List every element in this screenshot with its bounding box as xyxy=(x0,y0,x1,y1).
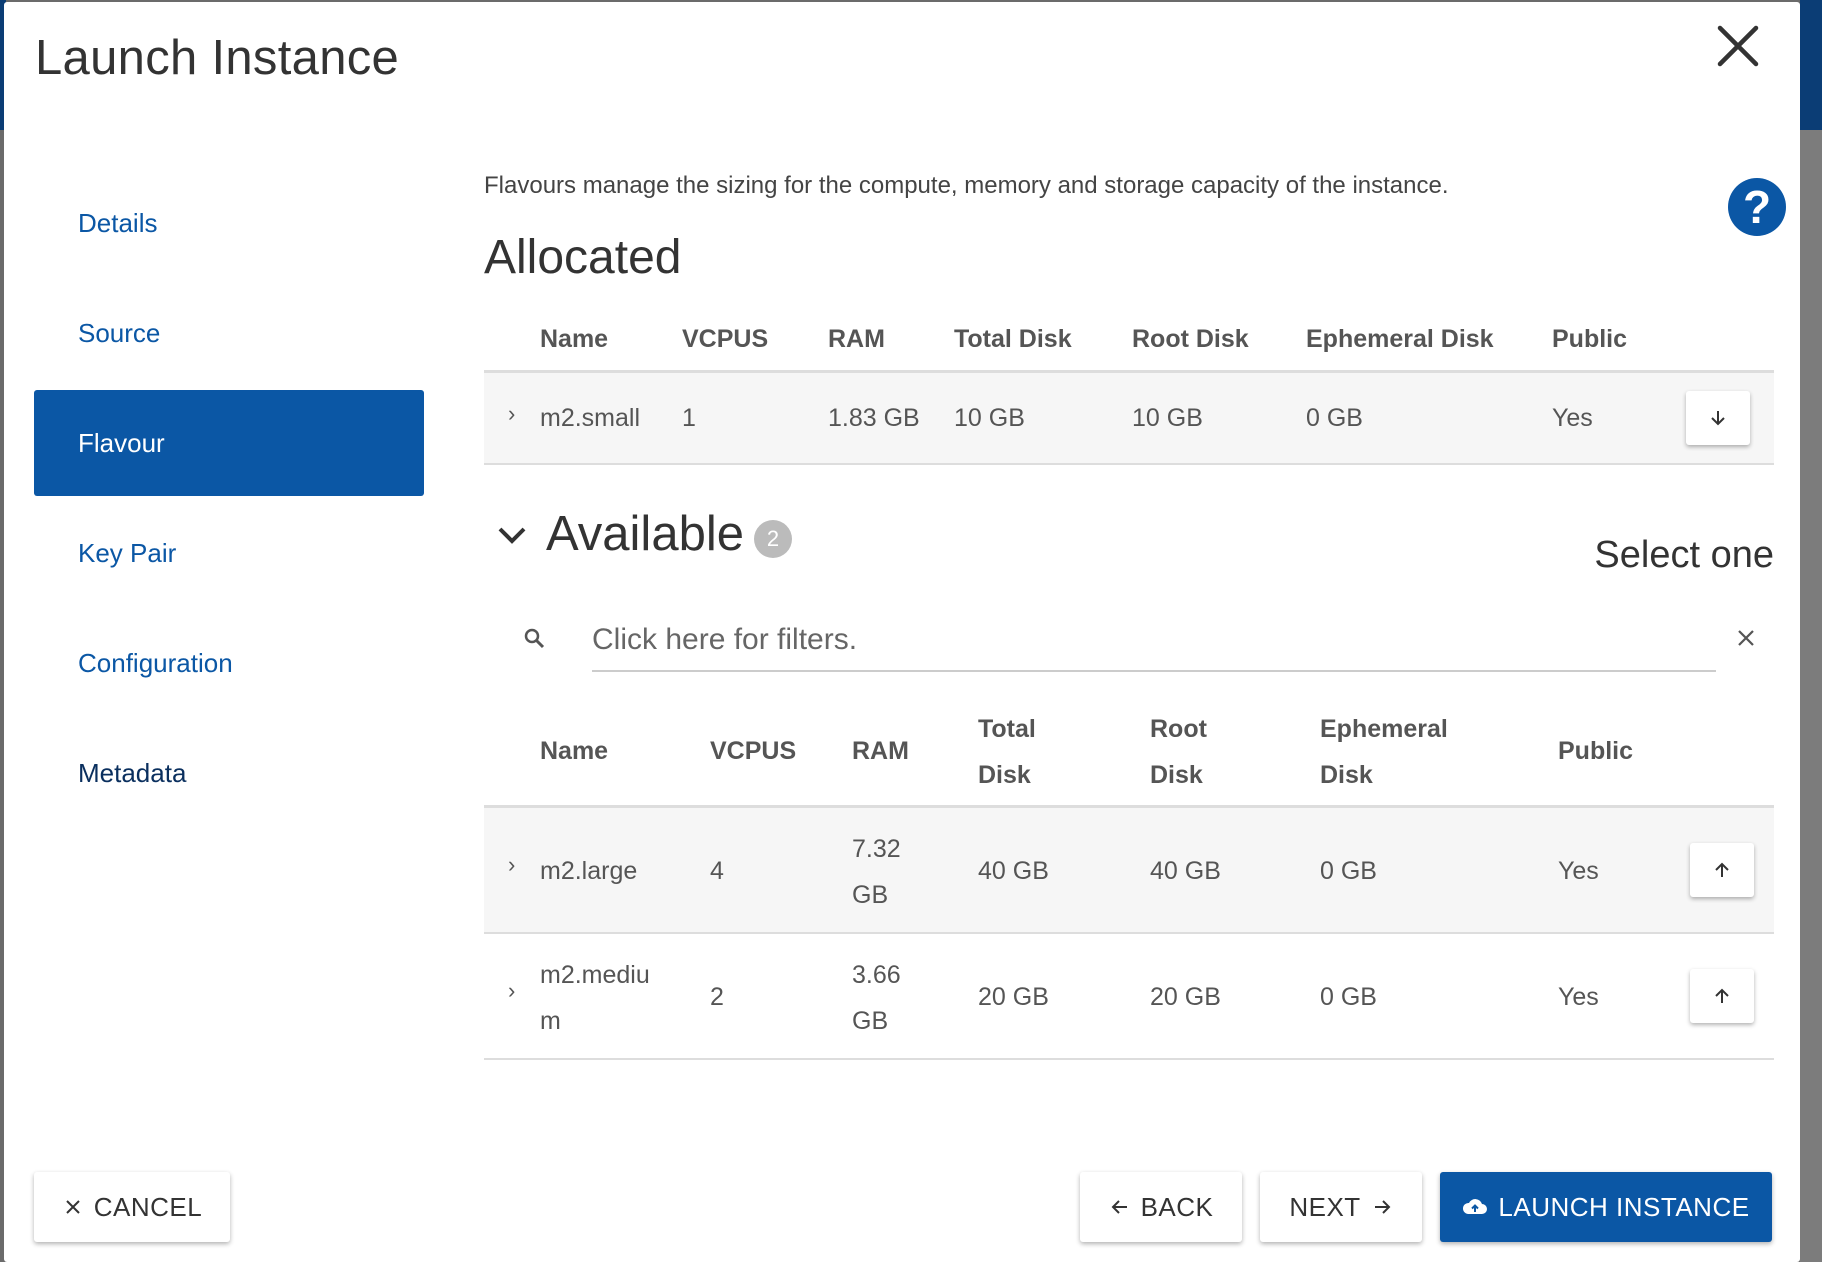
nav-item-key-pair[interactable]: Key Pair xyxy=(34,500,424,606)
cell-name: m xyxy=(540,1007,561,1035)
cancel-button[interactable]: CANCEL xyxy=(34,1172,230,1242)
cell-root-disk: 10 GB xyxy=(1132,404,1203,432)
column-header-ephemeral-disk[interactable]: Ephemeral xyxy=(1320,706,1448,752)
nav-item-metadata[interactable]: Metadata xyxy=(34,720,424,826)
chevron-down-icon[interactable] xyxy=(494,520,530,550)
flavour-panel: Flavours manage the sizing for the compu… xyxy=(484,2,1786,1262)
allocated-table: Name VCPUS RAM Total Disk Root Disk Ephe… xyxy=(484,308,1774,465)
cancel-button-label: CANCEL xyxy=(93,1191,203,1222)
cell-ram: GB xyxy=(852,1007,889,1035)
column-header-total-disk[interactable]: Total Disk xyxy=(954,316,1072,362)
cell-vcpus: 1 xyxy=(682,404,696,432)
arrow-down-icon xyxy=(1711,411,1725,426)
launch-instance-modal: Launch Instance Details Source Flavour K… xyxy=(4,2,1800,1262)
column-header-public[interactable]: Public xyxy=(1558,728,1633,774)
cell-public: Yes xyxy=(1552,404,1593,432)
cell-ephemeral-disk: 0 GB xyxy=(1320,983,1377,1011)
column-header-root-disk[interactable]: Disk xyxy=(1150,752,1203,798)
cell-root-disk: 40 GB xyxy=(1150,857,1221,885)
column-header-ram[interactable]: RAM xyxy=(852,728,909,774)
cell-ram: 3.66 xyxy=(852,961,901,989)
back-button[interactable]: BACK xyxy=(1080,1172,1242,1242)
column-header-vcpus[interactable]: VCPUS xyxy=(682,316,768,362)
column-header-public[interactable]: Public xyxy=(1552,316,1627,362)
nav-item-label: Source xyxy=(78,317,161,348)
table-row: › m2.small 1 1.83 GB 10 GB 10 GB 0 GB Ye… xyxy=(484,373,1774,465)
nav-item-label: Metadata xyxy=(78,757,187,788)
cell-total-disk: 20 GB xyxy=(978,983,1049,1011)
help-icon[interactable]: ? xyxy=(1728,178,1786,236)
nav-item-flavour[interactable]: Flavour xyxy=(34,390,424,496)
table-header: Name VCPUS RAM Total Disk Root Disk Ephe… xyxy=(484,698,1774,808)
modal-title: Launch Instance xyxy=(35,31,400,85)
next-button-label: NEXT xyxy=(1289,1191,1361,1222)
column-header-root-disk[interactable]: Root xyxy=(1150,706,1207,752)
column-header-total-disk[interactable]: Disk xyxy=(978,752,1031,798)
cell-total-disk: 40 GB xyxy=(978,857,1049,885)
nav-item-label: Flavour xyxy=(78,427,165,458)
table-row: › m2.large 4 7.32 GB 40 GB 40 GB 0 GB Ye… xyxy=(484,808,1774,934)
available-count-badge: 2 xyxy=(754,520,792,558)
column-header-vcpus[interactable]: VCPUS xyxy=(710,728,796,774)
filter-input[interactable] xyxy=(592,610,1716,672)
wizard-nav: Details Source Flavour Key Pair Configur… xyxy=(34,170,424,830)
allocate-button[interactable] xyxy=(1690,843,1754,897)
column-header-name[interactable]: Name xyxy=(540,316,608,362)
arrow-left-icon xyxy=(1111,1200,1127,1214)
column-header-name[interactable]: Name xyxy=(540,728,608,774)
nav-item-source[interactable]: Source xyxy=(34,280,424,386)
nav-item-label: Details xyxy=(78,207,158,238)
select-one-hint: Select one xyxy=(1594,534,1774,576)
chevron-right-icon[interactable]: › xyxy=(508,978,515,1004)
column-header-root-disk[interactable]: Root Disk xyxy=(1132,316,1249,362)
cloud-upload-icon xyxy=(1463,1199,1488,1214)
launch-instance-button-label: LAUNCH INSTANCE xyxy=(1498,1191,1750,1222)
search-icon xyxy=(524,628,545,649)
column-header-ephemeral-disk[interactable]: Disk xyxy=(1320,752,1373,798)
nav-item-label: Configuration xyxy=(78,647,233,678)
cell-ram: GB xyxy=(852,881,889,909)
available-title: Available xyxy=(546,507,744,561)
help-text: Flavours manage the sizing for the compu… xyxy=(484,172,1449,199)
cell-public: Yes xyxy=(1558,857,1599,885)
allocate-button[interactable] xyxy=(1690,969,1754,1023)
nav-item-configuration[interactable]: Configuration xyxy=(34,610,424,716)
clear-filter-icon[interactable] xyxy=(1734,626,1758,650)
cell-vcpus: 2 xyxy=(710,983,724,1011)
table-row: › m2.mediu m 2 3.66 GB 20 GB 20 GB 0 GB … xyxy=(484,934,1774,1060)
chevron-right-icon[interactable]: › xyxy=(508,852,515,878)
background-overlay-strip xyxy=(1800,130,1822,1262)
cell-vcpus: 4 xyxy=(710,857,724,885)
arrow-up-icon xyxy=(1715,862,1729,877)
arrow-right-icon xyxy=(1374,1200,1391,1214)
cell-ram: 7.32 xyxy=(852,835,901,863)
table-header: Name VCPUS RAM Total Disk Root Disk Ephe… xyxy=(484,308,1774,373)
nav-item-label: Key Pair xyxy=(78,537,177,568)
cell-ram: 1.83 GB xyxy=(828,404,920,432)
column-header-ephemeral-disk[interactable]: Ephemeral Disk xyxy=(1306,316,1494,362)
cell-public: Yes xyxy=(1558,983,1599,1011)
cell-total-disk: 10 GB xyxy=(954,404,1025,432)
chevron-right-icon[interactable]: › xyxy=(508,401,515,427)
allocated-title: Allocated xyxy=(484,231,682,284)
arrow-up-icon xyxy=(1715,988,1729,1003)
column-header-ram[interactable]: RAM xyxy=(828,316,885,362)
deallocate-button[interactable] xyxy=(1686,391,1750,445)
cell-name: m2.small xyxy=(540,404,641,432)
back-button-label: BACK xyxy=(1140,1191,1214,1222)
cell-ephemeral-disk: 0 GB xyxy=(1306,404,1363,432)
cell-ephemeral-disk: 0 GB xyxy=(1320,857,1377,885)
close-icon xyxy=(66,1200,80,1214)
cell-name: m2.mediu xyxy=(540,961,650,989)
launch-instance-button[interactable]: LAUNCH INSTANCE xyxy=(1440,1172,1772,1242)
next-button[interactable]: NEXT xyxy=(1260,1172,1422,1242)
cell-name: m2.large xyxy=(540,857,638,885)
available-table: Name VCPUS RAM Total Disk Root Disk Ephe… xyxy=(484,698,1774,1060)
cell-root-disk: 20 GB xyxy=(1150,983,1221,1011)
nav-item-details[interactable]: Details xyxy=(34,170,424,276)
background-header-strip xyxy=(1800,0,1822,130)
column-header-total-disk[interactable]: Total xyxy=(978,706,1036,752)
